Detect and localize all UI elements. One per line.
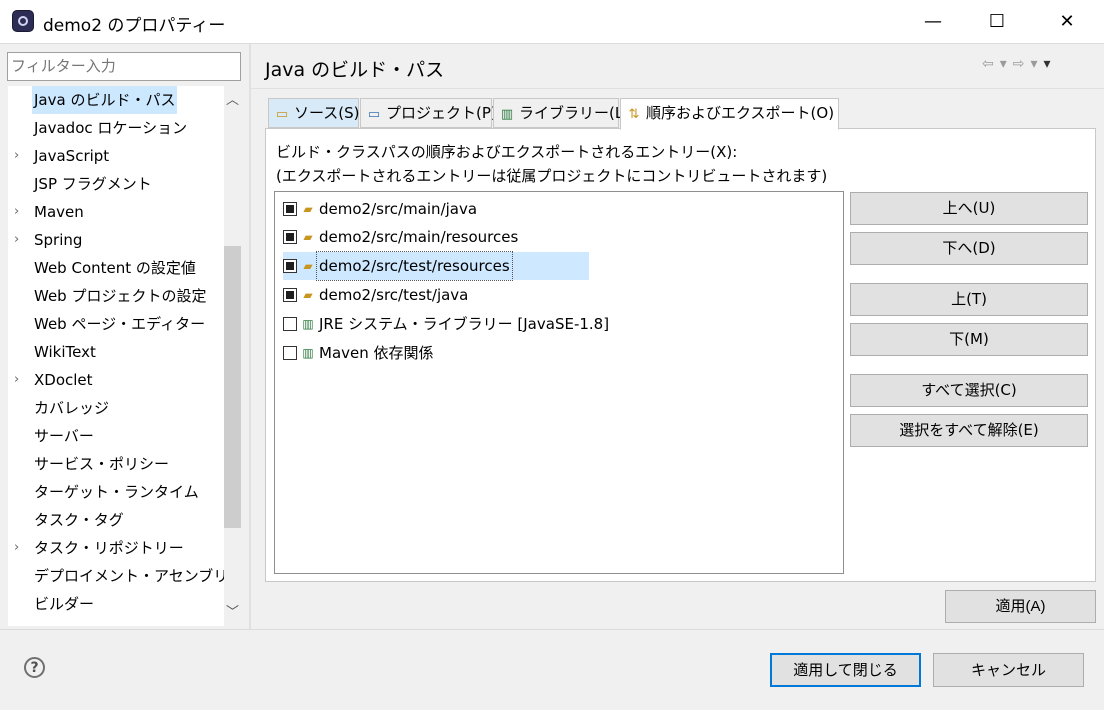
tab-libraries[interactable]: ▥ ライブラリー(L): [493, 98, 629, 128]
entry-checkbox[interactable]: [283, 230, 297, 244]
order-description: ビルド・クラスパスの順序およびエクスポートされるエントリー(X):: [276, 143, 738, 161]
select-all-button[interactable]: すべて選択(C): [850, 374, 1088, 407]
move-up-button[interactable]: 上へ(U): [850, 192, 1088, 225]
back-menu-icon[interactable]: ▾: [1000, 56, 1007, 72]
project-icon: ▭: [367, 107, 381, 122]
tab-order-export[interactable]: ⇅ 順序およびエクスポート(O): [620, 98, 839, 130]
window-title: demo2 のプロパティー: [43, 16, 226, 36]
move-bottom-button[interactable]: 下(M): [850, 323, 1088, 356]
title-separator: [251, 88, 1104, 89]
library-icon: ▥: [302, 317, 314, 331]
bottom-separator: [0, 629, 1104, 630]
maximize-button[interactable]: ☐: [974, 0, 1020, 44]
entry-checkbox[interactable]: [283, 202, 297, 216]
close-button[interactable]: ✕: [1044, 0, 1090, 44]
source-folder-icon: ▭: [275, 107, 289, 122]
package-folder-icon: ▰: [303, 288, 313, 302]
back-arrow-icon[interactable]: ⇦: [982, 56, 994, 72]
package-folder-icon: ▰: [303, 230, 313, 244]
list-item-selected[interactable]: ▰ demo2/src/test/resources: [283, 251, 589, 281]
chevron-right-icon[interactable]: ›: [14, 366, 26, 394]
tab-projects[interactable]: ▭ プロジェクト(P): [360, 98, 497, 128]
scroll-down-icon[interactable]: ﹀: [224, 602, 241, 624]
forward-menu-icon[interactable]: ▾: [1031, 56, 1038, 72]
page-title: Java のビルド・パス: [265, 59, 445, 81]
chevron-right-icon[interactable]: ›: [14, 534, 26, 562]
forward-arrow-icon[interactable]: ⇨: [1013, 56, 1025, 72]
history-navigation: ⇦ ▾ ⇨ ▾ ▾: [982, 56, 1057, 72]
apply-and-close-button[interactable]: 適用して閉じる: [770, 653, 921, 687]
entry-checkbox[interactable]: [283, 317, 297, 331]
chevron-right-icon[interactable]: ›: [14, 142, 26, 170]
deselect-all-button[interactable]: 選択をすべて解除(E): [850, 414, 1088, 447]
package-folder-icon: ▰: [303, 202, 313, 216]
minimize-button[interactable]: —: [910, 0, 956, 44]
move-top-button[interactable]: 上(T): [850, 283, 1088, 316]
tree-scroll-thumb[interactable]: [224, 246, 241, 528]
chevron-right-icon[interactable]: ›: [14, 198, 26, 226]
property-tree[interactable]: Java のビルド・パス Javadoc ロケーション › JavaScript …: [8, 86, 241, 626]
chevron-right-icon[interactable]: ›: [14, 226, 26, 254]
apply-button[interactable]: 適用(A): [945, 590, 1096, 623]
cancel-button[interactable]: キャンセル: [933, 653, 1084, 687]
entry-checkbox[interactable]: [283, 259, 297, 273]
entry-checkbox[interactable]: [283, 346, 297, 360]
tab-source[interactable]: ▭ ソース(S): [268, 98, 359, 128]
order-export-icon: ⇅: [628, 107, 640, 122]
entry-checkbox[interactable]: [283, 288, 297, 302]
move-down-button[interactable]: 下へ(D): [850, 232, 1088, 265]
title-bar: demo2 のプロパティー — ☐ ✕: [0, 0, 1104, 44]
scroll-up-icon[interactable]: ︿: [224, 90, 241, 112]
library-icon: ▥: [500, 107, 514, 122]
package-folder-icon: ▰: [303, 259, 313, 273]
help-icon[interactable]: ?: [24, 657, 45, 678]
library-icon: ▥: [302, 346, 314, 360]
eclipse-icon: [12, 10, 34, 32]
filter-input[interactable]: [7, 52, 241, 81]
view-menu-icon[interactable]: ▾: [1044, 56, 1051, 72]
pane-divider[interactable]: [249, 44, 251, 630]
classpath-entry-list[interactable]: ▰ demo2/src/main/java ▰ demo2/src/main/r…: [274, 191, 844, 574]
export-note: (エクスポートされるエントリーは従属プロジェクトにコントリビュートされます): [276, 167, 828, 185]
